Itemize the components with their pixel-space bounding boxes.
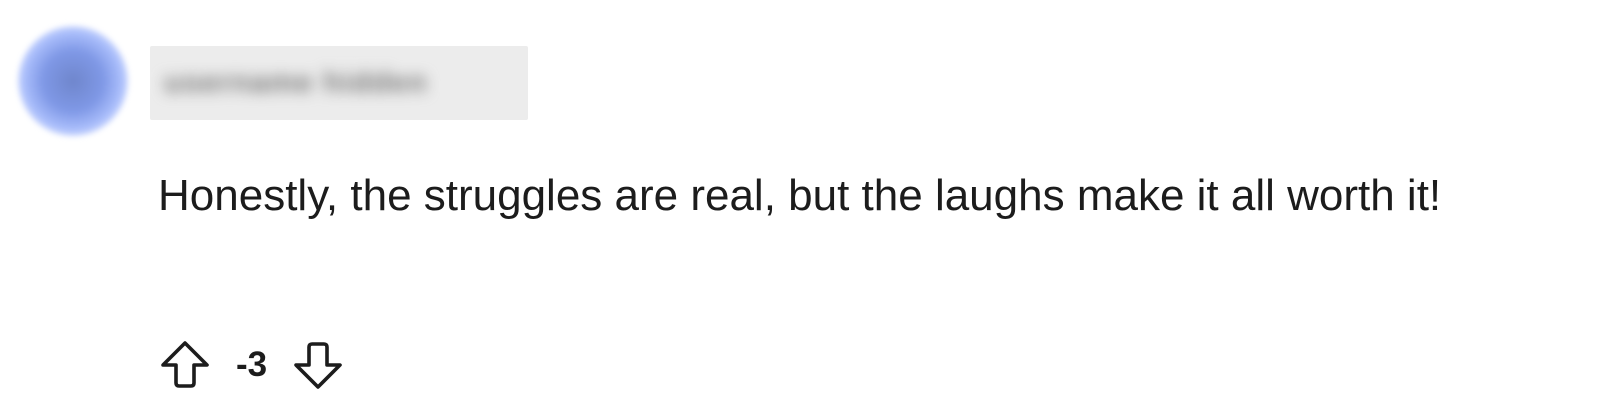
username-redacted[interactable]: username hidden (150, 46, 528, 120)
username: username hidden (164, 66, 428, 99)
vote-actions: -3 (156, 336, 347, 394)
comment-body: Honestly, the struggles are real, but th… (158, 171, 1442, 220)
vote-score: -3 (236, 345, 268, 384)
avatar[interactable] (18, 26, 128, 136)
downvote-button[interactable] (289, 336, 347, 394)
upvote-button[interactable] (156, 336, 214, 394)
comment: username hidden Honestly, the struggles … (0, 0, 1604, 412)
arrow-down-outline-icon (294, 342, 342, 389)
arrow-up-outline-icon (161, 341, 209, 388)
